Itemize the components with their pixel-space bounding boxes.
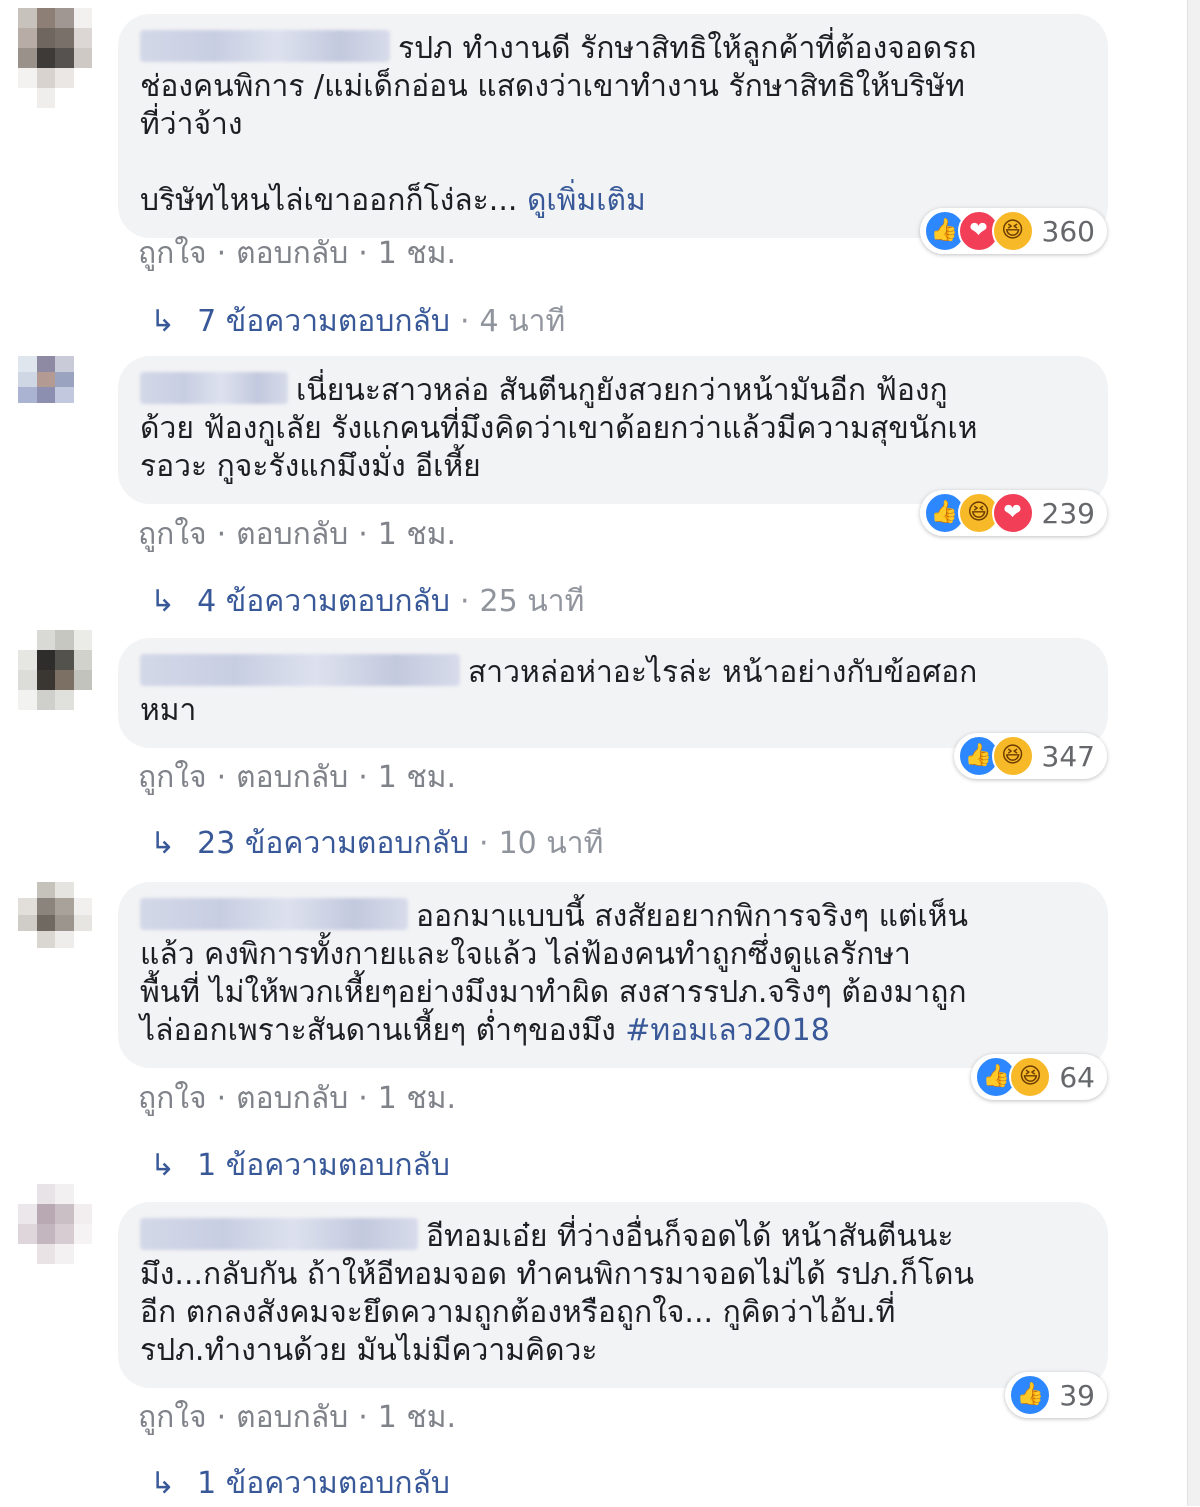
- like-button[interactable]: ถูกใจ: [138, 1400, 207, 1435]
- commenter-name-redacted[interactable]: [140, 898, 408, 930]
- comment-actions: ถูกใจ · ตอบกลับ · 1 ชม.: [138, 230, 456, 277]
- view-replies-link[interactable]: ↳ 23 ข้อความตอบกลับ · 10 นาที: [150, 820, 603, 867]
- separator: ·: [216, 236, 227, 271]
- reaction-summary[interactable]: 👍 😆 ❤ 239: [919, 490, 1107, 536]
- reaction-summary[interactable]: 👍 😆 64: [971, 1054, 1107, 1100]
- comment-bubble: รปภ ทำงานดี รักษาสิทธิให้ลูกค้าที่ต้องจอ…: [118, 14, 1108, 238]
- reaction-count: 39: [1059, 1378, 1095, 1412]
- comment-bubble: สาวหล่อห่าอะไรล่ะ หน้าอย่างกับข้อศอก หมา: [118, 638, 1108, 748]
- separator: ·: [358, 236, 368, 271]
- separator: ·: [216, 517, 227, 552]
- reaction-count: 347: [1041, 739, 1095, 773]
- commenter-name-redacted[interactable]: [140, 654, 460, 686]
- reply-arrow-icon: ↳: [150, 1466, 176, 1501]
- avatar[interactable]: [18, 356, 92, 434]
- comment-actions: ถูกใจ · ตอบกลับ · 1 ชม.: [138, 754, 456, 801]
- like-button[interactable]: ถูกใจ: [138, 517, 207, 552]
- commenter-name-redacted[interactable]: [140, 372, 288, 404]
- separator: ·: [459, 304, 470, 339]
- reply-button[interactable]: ตอบกลับ: [236, 236, 348, 271]
- reaction-count: 64: [1059, 1060, 1095, 1094]
- comment-time[interactable]: 1 ชม.: [378, 1081, 456, 1116]
- commenter-name-redacted[interactable]: [140, 1218, 418, 1250]
- comment-actions: ถูกใจ · ตอบกลับ · 1 ชม.: [138, 1075, 456, 1122]
- replies-time: 25 นาที: [479, 584, 585, 619]
- reply-button[interactable]: ตอบกลับ: [236, 1081, 348, 1116]
- reply-button[interactable]: ตอบกลับ: [236, 760, 348, 795]
- reply-arrow-icon: ↳: [150, 584, 176, 619]
- see-more-link[interactable]: ดูเพิ่มเติม: [527, 183, 646, 218]
- comment-bubble: เนี่ยนะสาวหล่อ สันตีนกูยังสวยกว่าหน้ามัน…: [118, 356, 1108, 504]
- replies-count[interactable]: 7 ข้อความตอบกลับ: [197, 298, 450, 345]
- separator: ·: [358, 1081, 368, 1116]
- haha-icon: 😆: [1009, 1056, 1052, 1098]
- commenter-name-redacted[interactable]: [140, 30, 390, 62]
- hashtag-link[interactable]: #ทอมเลว2018: [625, 1013, 830, 1048]
- haha-icon: 😆: [991, 735, 1034, 777]
- like-button[interactable]: ถูกใจ: [138, 1081, 207, 1116]
- reply-arrow-icon: ↳: [150, 826, 176, 861]
- like-button[interactable]: ถูกใจ: [138, 760, 207, 795]
- avatar[interactable]: [18, 630, 92, 730]
- love-icon: ❤: [991, 492, 1034, 534]
- comment-time[interactable]: 1 ชม.: [378, 1400, 456, 1435]
- view-replies-link[interactable]: ↳ 7 ข้อความตอบกลับ · 4 นาที: [150, 298, 565, 345]
- view-replies-link[interactable]: ↳ 1 ข้อความตอบกลับ: [150, 1142, 450, 1189]
- view-replies-link[interactable]: ↳ 4 ข้อความตอบกลับ · 25 นาที: [150, 578, 584, 625]
- replies-count[interactable]: 1 ข้อความตอบกลับ: [197, 1460, 450, 1507]
- like-button[interactable]: ถูกใจ: [138, 236, 207, 271]
- separator: ·: [479, 826, 489, 861]
- reaction-count: 239: [1041, 496, 1095, 530]
- replies-count[interactable]: 4 ข้อความตอบกลับ: [197, 578, 450, 625]
- replies-time: 4 นาที: [479, 304, 566, 339]
- like-icon: 👍: [1009, 1374, 1052, 1416]
- comment-actions: ถูกใจ · ตอบกลับ · 1 ชม.: [138, 511, 456, 558]
- separator: ·: [216, 1400, 227, 1435]
- separator: ·: [358, 517, 368, 552]
- view-replies-link[interactable]: ↳ 1 ข้อความตอบกลับ: [150, 1460, 450, 1507]
- reaction-summary[interactable]: 👍 39: [1005, 1372, 1107, 1418]
- separator: ·: [358, 1400, 368, 1435]
- comment-bubble: ออกมาแบบนี้ สงสัยอยากพิการจริงๆ แต่เห็น …: [118, 882, 1108, 1068]
- separator: ·: [216, 760, 227, 795]
- haha-icon: 😆: [991, 210, 1034, 252]
- avatar[interactable]: [18, 882, 92, 964]
- comment-time[interactable]: 1 ชม.: [378, 236, 456, 271]
- reaction-count: 360: [1041, 214, 1095, 248]
- reply-button[interactable]: ตอบกลับ: [236, 1400, 348, 1435]
- comment-actions: ถูกใจ · ตอบกลับ · 1 ชม.: [138, 1394, 456, 1441]
- page-scrollbar[interactable]: [1187, 0, 1200, 1506]
- separator: ·: [358, 760, 368, 795]
- separator: ·: [216, 1081, 227, 1116]
- reply-arrow-icon: ↳: [150, 304, 176, 339]
- separator: ·: [459, 584, 470, 619]
- reply-arrow-icon: ↳: [150, 1148, 176, 1183]
- reply-button[interactable]: ตอบกลับ: [236, 517, 348, 552]
- avatar[interactable]: [18, 1184, 92, 1284]
- comment-bubble: อีทอมเอ๋ย ที่ว่างอื่นก็จอดได้ หน้าสันตีน…: [118, 1202, 1108, 1388]
- replies-count[interactable]: 23 ข้อความตอบกลับ: [197, 820, 469, 867]
- reaction-summary[interactable]: 👍 😆 347: [953, 733, 1107, 779]
- reaction-summary[interactable]: 👍 ❤ 😆 360: [919, 208, 1107, 254]
- replies-count[interactable]: 1 ข้อความตอบกลับ: [197, 1142, 450, 1189]
- replies-time: 10 นาที: [498, 826, 604, 861]
- avatar[interactable]: [18, 8, 92, 108]
- comment-time[interactable]: 1 ชม.: [378, 760, 456, 795]
- comment-time[interactable]: 1 ชม.: [378, 517, 456, 552]
